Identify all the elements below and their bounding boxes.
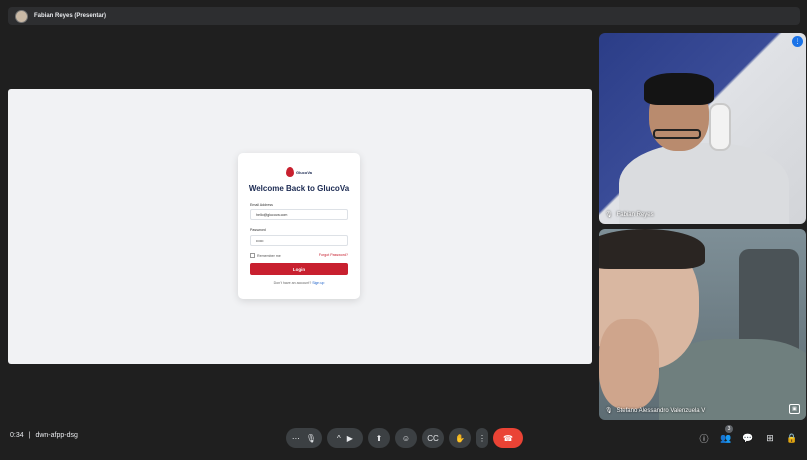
grid-icon: ⊞ (766, 432, 774, 443)
headphones (709, 103, 731, 151)
host-controls-button[interactable]: 🔒 (785, 431, 799, 445)
people-button[interactable]: 👥 3 (719, 425, 733, 445)
blood-drop-icon (285, 167, 294, 177)
meeting-info: 0:34 | dwn-afpp-dsg (10, 432, 78, 439)
pin-icon[interactable]: ▣ (789, 404, 800, 414)
mic-group[interactable]: ⋯ 🎙 (286, 428, 322, 448)
presenter-bar: Fabian Reyes (Presentar) (8, 7, 800, 25)
participant-tile-2[interactable]: 🎙 Stefano Alessandro Valenzuela V ▣ (599, 229, 806, 420)
separator: | (28, 432, 31, 439)
email-field[interactable]: hello@glucova.com (250, 209, 348, 220)
phone-hangup-icon: ☎ (503, 433, 513, 443)
meeting-code: dwn-afpp-dsg (35, 432, 78, 439)
camera-icon[interactable]: ▶ (347, 434, 353, 443)
participant-name: Fabian Reyes (616, 211, 654, 218)
signup-link[interactable]: Sign up (312, 281, 324, 285)
more-options-button[interactable]: ⋮ (476, 428, 488, 448)
more-vert-icon: ⋮ (478, 433, 486, 443)
password-label: Password (250, 228, 266, 232)
participant-name-tag: 🎙 Stefano Alessandro Valenzuela V (605, 407, 706, 415)
participant-name: Stefano Alessandro Valenzuela V (616, 407, 706, 414)
email-label: Email Address (250, 203, 273, 207)
captions-icon: CC (427, 433, 439, 443)
end-call-button[interactable]: ☎ (493, 428, 523, 448)
login-button[interactable]: Login (250, 263, 348, 275)
remember-me[interactable]: Remember me (250, 253, 281, 258)
login-card: GlucoVa Welcome Back to GlucoVa Email Ad… (238, 153, 360, 299)
emoji-icon: ☺ (401, 433, 411, 443)
shared-screen: GlucoVa Welcome Back to GlucoVa Email Ad… (8, 89, 592, 364)
signup-row: Don't have an account? Sign up (238, 281, 360, 285)
people-icon: 👥 (720, 432, 732, 443)
camera-group[interactable]: ^ ▶ (327, 428, 363, 448)
participant-tile-1[interactable]: ⋮ 🎙 Fabian Reyes (599, 33, 806, 224)
remember-checkbox[interactable] (250, 253, 255, 258)
call-controls: ⋯ 🎙 ^ ▶ ⬆ ☺ CC ✋ ⋮ ☎ (286, 428, 523, 448)
app-logo: GlucoVa (238, 167, 360, 177)
captions-button[interactable]: CC (422, 428, 444, 448)
presenter-avatar (15, 9, 28, 23)
meeting-details-button[interactable]: ⓘ (697, 431, 711, 445)
participant-name-tag: 🎙 Fabian Reyes (605, 211, 654, 219)
chat-icon: 💬 (742, 432, 754, 443)
signup-prompt: Don't have an account? (273, 281, 312, 285)
password-field[interactable]: •••••• (250, 235, 348, 246)
logo-text: GlucoVa (295, 169, 312, 175)
chevron-up-icon[interactable]: ^ (337, 434, 341, 443)
mic-icon: 🎙 (605, 408, 613, 414)
speaking-indicator-icon: ⋮ (792, 36, 803, 47)
hand-icon: ✋ (455, 433, 465, 443)
presenter-label: Fabian Reyes (Presentar) (34, 13, 107, 19)
info-icon: ⓘ (699, 433, 709, 444)
raise-hand-button[interactable]: ✋ (449, 428, 471, 448)
activities-button[interactable]: ⊞ (763, 431, 777, 445)
present-button[interactable]: ⬆ (368, 428, 390, 448)
people-count-badge: 3 (725, 425, 733, 433)
welcome-heading: Welcome Back to GlucoVa (248, 184, 350, 193)
remember-label: Remember me (257, 253, 281, 258)
forgot-password-link[interactable]: Forgot Password? (319, 253, 348, 257)
more-audio-options-icon[interactable]: ⋯ (292, 434, 300, 443)
reactions-button[interactable]: ☺ (395, 428, 417, 448)
meeting-time: 0:34 (10, 432, 24, 439)
present-icon: ⬆ (375, 433, 383, 443)
microphone-icon[interactable]: 🎙 (306, 434, 316, 443)
mic-icon: 🎙 (605, 212, 613, 218)
chat-button[interactable]: 💬 (741, 431, 755, 445)
side-controls: ⓘ 👥 3 💬 ⊞ 🔒 (697, 425, 799, 445)
lock-icon: 🔒 (786, 432, 798, 443)
